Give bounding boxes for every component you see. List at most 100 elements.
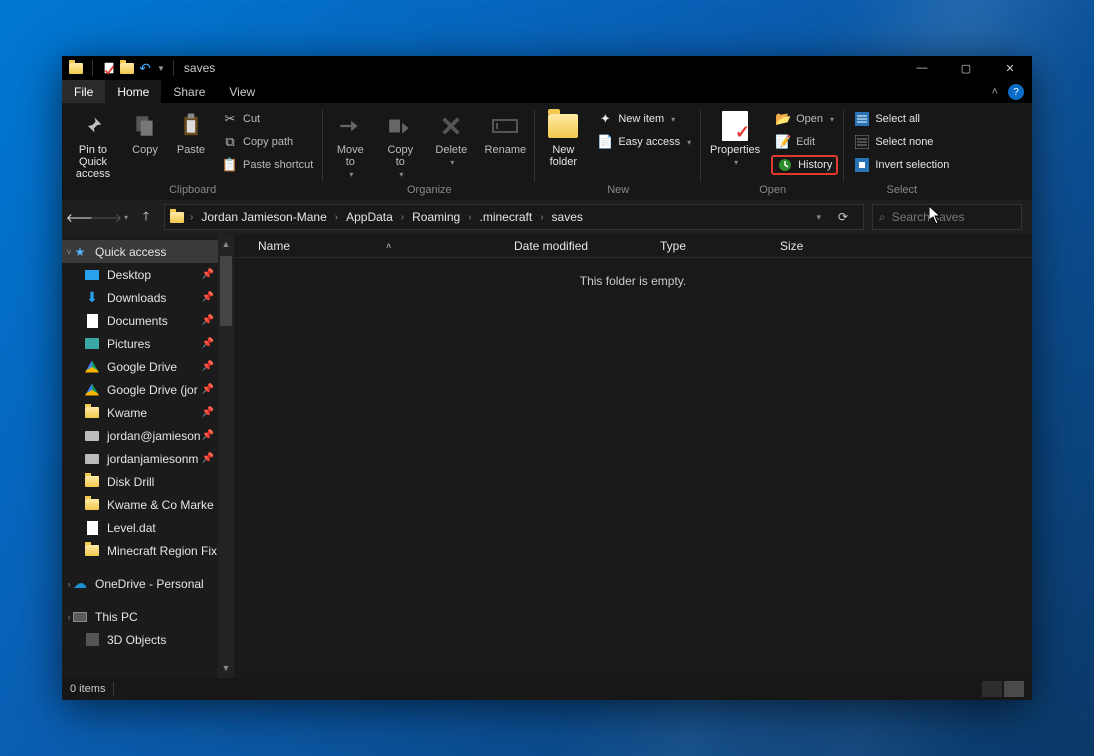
copy-path-button[interactable]: ⧉ Copy path	[218, 132, 317, 152]
copy-button[interactable]: Copy	[126, 108, 164, 156]
invert-selection-icon	[854, 157, 870, 173]
properties-icon	[719, 110, 751, 142]
collapse-ribbon-icon[interactable]: ˄	[986, 80, 1004, 103]
delete-button[interactable]: Delete ▾	[429, 108, 473, 167]
tab-home[interactable]: Home	[105, 80, 161, 103]
paste-button[interactable]: Paste	[172, 108, 210, 156]
select-all-icon	[854, 111, 870, 127]
select-none-icon	[854, 134, 870, 150]
cut-button[interactable]: ✂ Cut	[218, 109, 317, 129]
copy-to-button[interactable]: Copy to ▾	[379, 108, 421, 179]
quick-access-header[interactable]: ˅ ★ Quick access	[62, 240, 234, 263]
pin-icon: 📌	[202, 315, 214, 326]
search-icon: ⌕	[879, 210, 886, 225]
select-none-button[interactable]: Select none	[850, 132, 953, 152]
status-bar: 0 items	[62, 678, 1032, 700]
chevron-right-icon[interactable]: ›	[398, 212, 407, 223]
nav-item[interactable]: Google Drive (jor📌	[62, 378, 234, 401]
new-folder-icon[interactable]	[119, 60, 135, 76]
scroll-up-icon[interactable]: ▲	[218, 236, 234, 252]
scroll-down-icon[interactable]: ▼	[218, 660, 234, 676]
column-size[interactable]: Size	[780, 239, 860, 253]
nav-item[interactable]: Documents📌	[62, 309, 234, 332]
nav-item[interactable]: ⬇Downloads📌	[62, 286, 234, 309]
copy-icon	[129, 110, 161, 142]
open-button[interactable]: 📂 Open ▾	[771, 109, 838, 129]
properties-button[interactable]: Properties ▾	[707, 108, 763, 167]
close-button[interactable]: ✕	[988, 56, 1032, 80]
address-bar[interactable]: › Jordan Jamieson-Mane › AppData › Roami…	[164, 204, 864, 230]
paste-shortcut-button[interactable]: 📋 Paste shortcut	[218, 155, 317, 175]
tab-file[interactable]: File	[62, 80, 105, 103]
minimize-button[interactable]: ―	[900, 56, 944, 80]
group-label: Clipboard	[68, 184, 317, 198]
pin-icon	[77, 110, 109, 142]
expand-icon[interactable]: ›	[64, 579, 74, 589]
ribbon-group-organize: Move to ▾ Copy to ▾ Delete ▾	[323, 104, 535, 200]
tab-share[interactable]: Share	[161, 80, 217, 103]
new-item-button[interactable]: ✦ New item ▾	[593, 109, 695, 129]
move-to-button[interactable]: Move to ▾	[329, 108, 371, 179]
scroll-thumb[interactable]	[220, 256, 232, 326]
scissors-icon: ✂	[222, 111, 238, 127]
tab-view[interactable]: View	[217, 80, 267, 103]
help-icon[interactable]: ?	[1008, 84, 1024, 100]
breadcrumb-segment[interactable]: AppData	[343, 210, 396, 224]
rename-button[interactable]: Rename	[481, 108, 529, 156]
recent-locations-icon[interactable]: ▾	[120, 213, 132, 222]
breadcrumb-segment[interactable]: .minecraft	[477, 210, 536, 224]
ribbon-group-select: Select all Select none Invert selection	[844, 104, 959, 200]
scrollbar[interactable]: ▲ ▼	[218, 234, 234, 678]
fold-icon	[84, 405, 100, 421]
nav-item[interactable]: Desktop📌	[62, 263, 234, 286]
nav-item[interactable]: Level.dat	[62, 516, 234, 539]
window-controls: ― ▢ ✕	[900, 56, 1032, 80]
up-button[interactable]: 🡑	[136, 207, 156, 227]
address-dropdown-icon[interactable]: ▾	[816, 212, 821, 223]
easy-access-button[interactable]: 📄 Easy access ▾	[593, 132, 695, 152]
expand-icon[interactable]: ›	[64, 612, 74, 622]
nav-item-3d-objects[interactable]: 3D Objects	[62, 628, 234, 651]
column-date[interactable]: Date modified	[514, 239, 660, 253]
details-view-button[interactable]	[982, 681, 1002, 697]
breadcrumb-segment[interactable]: Roaming	[409, 210, 463, 224]
onedrive-header[interactable]: › ☁ OneDrive - Personal	[62, 572, 234, 595]
column-type[interactable]: Type	[660, 239, 780, 253]
pin-icon: 📌	[202, 453, 214, 464]
invert-selection-button[interactable]: Invert selection	[850, 155, 953, 175]
qat-dropdown-icon[interactable]: ▼	[157, 64, 165, 73]
breadcrumb-segment[interactable]: saves	[549, 210, 586, 224]
chevron-right-icon[interactable]: ›	[465, 212, 474, 223]
undo-icon[interactable]: ↶	[137, 60, 153, 76]
search-input[interactable]: ⌕ Search saves	[872, 204, 1022, 230]
edit-button[interactable]: 📝 Edit	[771, 132, 838, 152]
maximize-button[interactable]: ▢	[944, 56, 988, 80]
chevron-right-icon[interactable]: ›	[332, 212, 341, 223]
history-button[interactable]: History	[771, 155, 838, 175]
column-name[interactable]: Name ˄	[258, 239, 514, 253]
nav-item[interactable]: Disk Drill	[62, 470, 234, 493]
nav-item[interactable]: Kwame📌	[62, 401, 234, 424]
chevron-right-icon[interactable]: ›	[187, 212, 196, 223]
nav-item[interactable]: Pictures📌	[62, 332, 234, 355]
nav-item[interactable]: Kwame & Co Marke	[62, 493, 234, 516]
file-explorer-window: ↶ ▼ saves ― ▢ ✕ File Home Share View ˄ ?	[62, 56, 1032, 700]
new-folder-button[interactable]: New folder	[541, 108, 585, 168]
forward-button[interactable]: 🡒	[96, 207, 116, 227]
expand-icon[interactable]: ˅	[64, 247, 74, 257]
chevron-right-icon[interactable]: ›	[537, 212, 546, 223]
properties-icon[interactable]	[101, 60, 117, 76]
select-all-button[interactable]: Select all	[850, 109, 953, 129]
nav-item[interactable]: Google Drive📌	[62, 355, 234, 378]
pin-to-quick-access-button[interactable]: Pin to Quick access	[68, 108, 118, 180]
nav-item-label: Kwame & Co Marke	[107, 498, 214, 512]
group-label: Open	[707, 184, 838, 198]
nav-item[interactable]: jordan@jamieson📌	[62, 424, 234, 447]
breadcrumb-segment[interactable]: Jordan Jamieson-Mane	[198, 210, 329, 224]
icons-view-button[interactable]	[1004, 681, 1024, 697]
refresh-button[interactable]: ⟳	[831, 210, 855, 224]
ribbon: Pin to Quick access Copy Paste ✂	[62, 104, 1032, 200]
nav-item[interactable]: Minecraft Region Fix	[62, 539, 234, 562]
nav-item[interactable]: jordanjamiesonm📌	[62, 447, 234, 470]
this-pc-header[interactable]: › This PC	[62, 605, 234, 628]
